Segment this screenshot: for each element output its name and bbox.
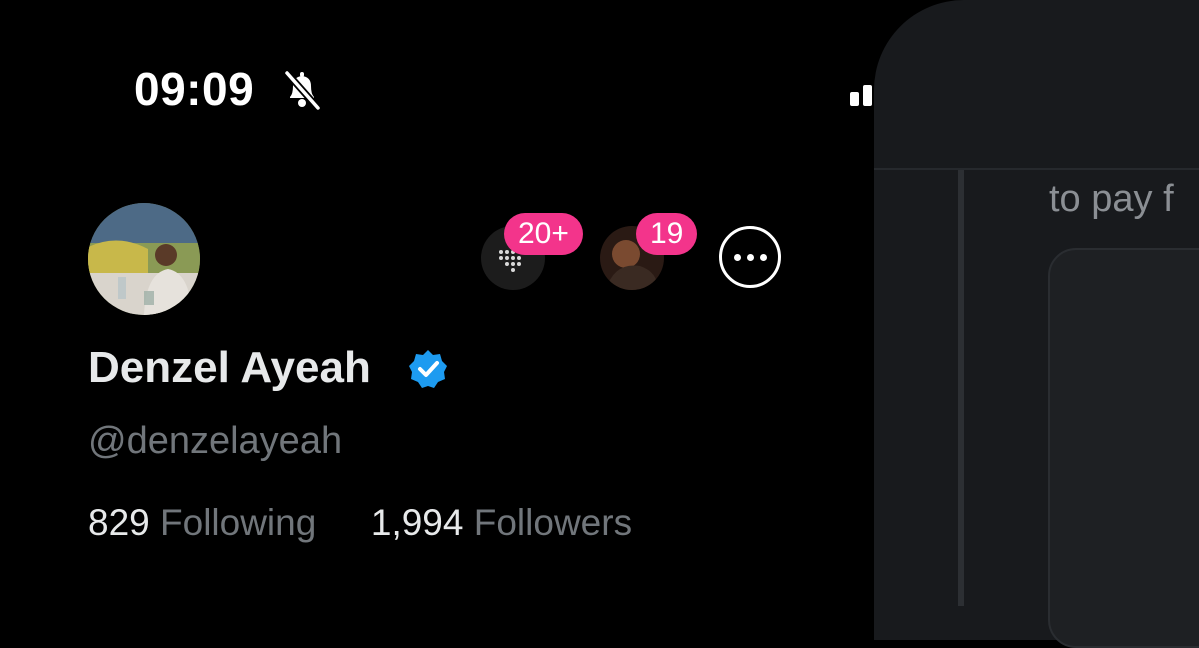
following-link[interactable]: 829 Following bbox=[88, 502, 327, 543]
profile-avatar[interactable] bbox=[88, 203, 200, 315]
story-1-count-badge: 20+ bbox=[504, 213, 583, 255]
story-2-count-badge: 19 bbox=[636, 213, 698, 255]
more-options-icon bbox=[746, 253, 754, 261]
side-panel-divider bbox=[874, 168, 1199, 170]
bell-slash-icon bbox=[284, 70, 321, 111]
side-panel-text: to pay f bbox=[1049, 178, 1174, 220]
more-options-icon bbox=[733, 253, 741, 261]
following-label: Following bbox=[160, 502, 317, 543]
side-panel-thread-line bbox=[958, 170, 964, 606]
verified-badge-icon bbox=[409, 350, 447, 388]
followers-link[interactable]: 1,994 Followers bbox=[371, 502, 632, 543]
profile-stats: 829 Following 1,994 Followers bbox=[88, 502, 632, 544]
following-count: 829 bbox=[88, 502, 150, 543]
profile-name: Denzel Ayeah bbox=[88, 343, 371, 392]
profile-handle: @denzelayeah bbox=[88, 420, 343, 462]
more-options-icon bbox=[759, 253, 767, 261]
status-time: 09:09 bbox=[134, 63, 255, 115]
followers-count: 1,994 bbox=[370, 502, 464, 543]
side-panel-card[interactable] bbox=[1048, 248, 1199, 648]
more-options-button[interactable] bbox=[719, 226, 781, 288]
followers-label: Followers bbox=[473, 502, 633, 543]
